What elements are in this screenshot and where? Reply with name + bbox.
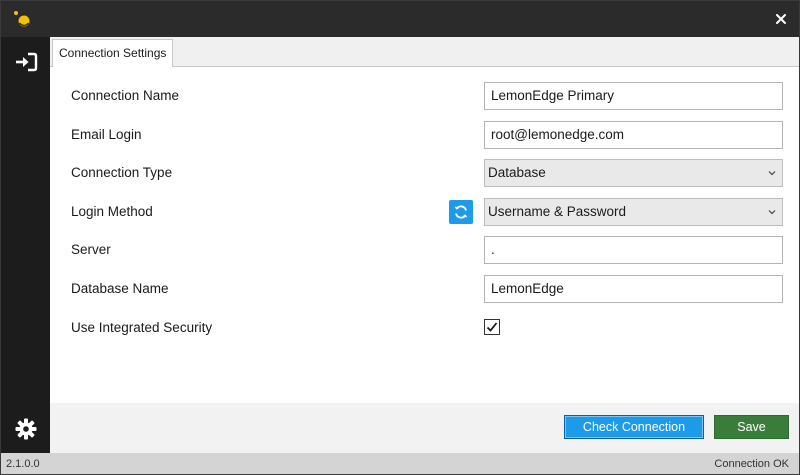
connection-settings-form: Connection Name LemonEdge Primary Email …	[50, 67, 799, 403]
integrated-security-label: Use Integrated Security	[71, 320, 213, 335]
form-row-integrated-security: Use Integrated Security	[50, 314, 799, 342]
close-button[interactable]	[769, 7, 793, 31]
integrated-security-checkbox[interactable]	[484, 319, 500, 335]
server-input[interactable]: .	[484, 236, 783, 264]
close-icon	[776, 14, 786, 24]
connection-name-label: Connection Name	[71, 88, 180, 103]
sidebar	[1, 37, 50, 453]
login-method-select[interactable]: Username & Password	[484, 198, 783, 226]
version-label: 2.1.0.0	[6, 458, 40, 470]
sign-in-icon	[15, 52, 37, 72]
server-label: Server	[71, 242, 111, 257]
form-row-server: Server .	[50, 236, 799, 264]
database-name-input[interactable]: LemonEdge	[484, 275, 783, 303]
email-login-input[interactable]: root@lemonedge.com	[484, 121, 783, 149]
gear-icon	[15, 418, 36, 440]
save-button[interactable]: Save	[714, 415, 789, 439]
status-bar: 2.1.0.0 Connection OK	[1, 453, 799, 474]
connection-type-value: Database	[488, 165, 546, 180]
title-bar[interactable]	[1, 1, 799, 37]
checkmark-icon	[486, 322, 498, 332]
login-method-label: Login Method	[71, 204, 153, 219]
connection-status-text: Connection OK	[714, 458, 789, 470]
chevron-down-icon	[768, 171, 776, 176]
form-row-database-name: Database Name LemonEdge	[50, 275, 799, 303]
chevron-down-icon	[768, 210, 776, 215]
connection-name-input[interactable]: LemonEdge Primary	[484, 82, 783, 110]
app-window: Connection Settings Connection Name Lemo…	[0, 0, 800, 475]
login-method-value: Username & Password	[488, 204, 627, 219]
form-row-connection-type: Connection Type Database	[50, 159, 799, 187]
sidebar-login-button[interactable]	[1, 45, 50, 79]
connection-type-label: Connection Type	[71, 165, 173, 180]
check-connection-button[interactable]: Check Connection	[564, 415, 704, 439]
database-name-label: Database Name	[71, 281, 169, 296]
form-row-login-method: Login Method Username & Password	[50, 198, 799, 226]
email-login-label: Email Login	[71, 127, 142, 142]
refresh-icon	[454, 205, 468, 219]
sidebar-settings-button[interactable]	[1, 409, 50, 449]
dialog-footer: Check Connection Save	[50, 403, 799, 453]
form-row-email-login: Email Login root@lemonedge.com	[50, 121, 799, 149]
form-row-connection-name: Connection Name LemonEdge Primary	[50, 82, 799, 110]
refresh-login-method-button[interactable]	[449, 200, 473, 224]
lemonedge-logo-icon	[11, 9, 35, 31]
tab-connection-settings[interactable]: Connection Settings	[52, 39, 174, 68]
tab-strip: Connection Settings	[50, 37, 799, 68]
connection-type-select[interactable]: Database	[484, 159, 783, 187]
